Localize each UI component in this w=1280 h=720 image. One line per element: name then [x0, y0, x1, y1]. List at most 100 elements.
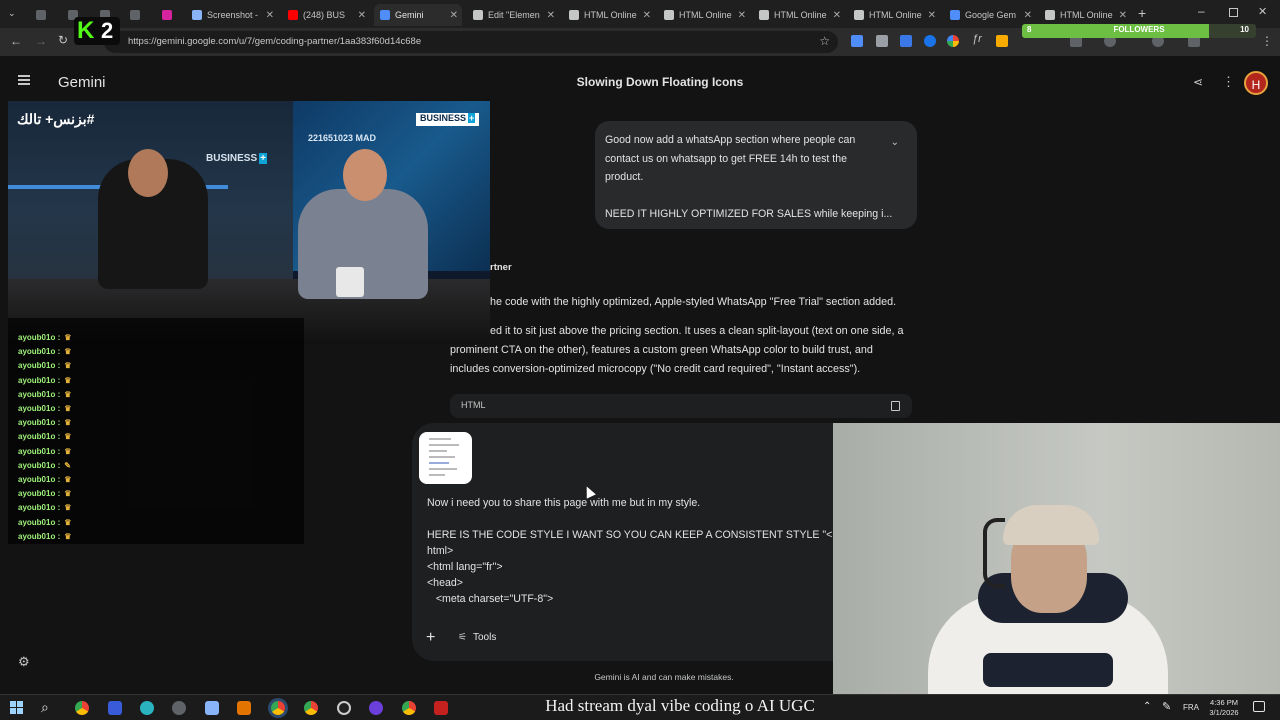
browser-tab[interactable]: Edit "Elemen ✕ [467, 4, 559, 26]
chrome-taskbar-icon-3[interactable] [304, 701, 318, 715]
account-avatar[interactable]: H [1244, 71, 1268, 95]
chat-username: ayoub01o : [18, 361, 61, 371]
new-tab-button[interactable]: + [1138, 5, 1146, 21]
extension-camera-icon[interactable] [876, 35, 888, 47]
app-flower-icon[interactable] [140, 701, 154, 715]
attachment-thumbnail[interactable] [419, 432, 472, 484]
browser-tab[interactable]: HTML Online ✕ [753, 4, 845, 26]
tab-close-icon[interactable]: ✕ [833, 10, 841, 21]
tab-label: Screenshot - [207, 10, 259, 20]
settings-icon[interactable]: ⚙ [18, 654, 30, 670]
hashtag-overlay: #بزنس+ تالك [17, 111, 95, 127]
chrome-taskbar-icon-4[interactable] [402, 701, 416, 715]
chat-row: ayoub01o : ✎ [18, 461, 71, 470]
chrome-taskbar-icon-1[interactable] [75, 701, 89, 715]
notifications-icon[interactable] [1253, 701, 1265, 712]
app-grid-icon[interactable] [237, 701, 251, 715]
browser-tab[interactable]: Google Gem ✕ [944, 4, 1036, 26]
tab-favicon-icon [380, 10, 390, 20]
code-block-header[interactable]: HTML [450, 394, 912, 418]
app-red-icon[interactable] [434, 701, 448, 715]
extension-font-icon[interactable]: ƒr [972, 33, 982, 45]
app-purple-icon[interactable] [369, 701, 383, 715]
browser-tab[interactable]: HTML Online ✕ [848, 4, 940, 26]
chat-emote-icon: ♛ [64, 361, 72, 371]
app-obs-icon[interactable] [337, 701, 351, 715]
windows-start-icon[interactable] [10, 701, 23, 714]
browser-tab[interactable]: Screenshot - ✕ [186, 4, 278, 26]
podcast-video-overlay: 221651023 MAD #بزنس+ تالك BUSINESS + BUSI… [8, 101, 490, 344]
app-gear-icon[interactable] [172, 701, 186, 715]
close-window-button[interactable]: ✕ [1258, 5, 1267, 18]
prompt-input-box[interactable]: Now i need you to share this page with m… [412, 423, 854, 661]
tab-close-icon[interactable]: ✕ [738, 10, 746, 21]
reload-icon[interactable]: ↻ [58, 33, 68, 47]
tab-search-button[interactable]: ⌄ [8, 8, 16, 19]
browser-tab[interactable]: (248) BUS ✕ [282, 4, 370, 26]
add-attachment-button[interactable]: + [426, 629, 435, 647]
tools-button[interactable]: ⚟ Tools [458, 632, 496, 643]
tab-close-icon[interactable]: ✕ [358, 10, 366, 21]
browser-tab[interactable]: HTML Online ✕ [1039, 4, 1131, 26]
copy-icon[interactable] [891, 401, 900, 411]
chat-row: ayoub01o : ♛ [18, 347, 71, 356]
user-message: Good now add a whatsApp section where pe… [595, 121, 917, 229]
browser-menu-icon[interactable]: ⋮ [1261, 34, 1273, 48]
tab-close-icon[interactable]: ✕ [1024, 10, 1032, 21]
more-options-icon[interactable]: ⋮ [1222, 74, 1235, 90]
tab-close-icon[interactable]: ✕ [547, 10, 555, 21]
tools-icon: ⚟ [458, 632, 467, 643]
address-bar[interactable]: ⚙ https://gemini.google.com/u/7/gem/codi… [104, 31, 838, 53]
tab-close-icon[interactable]: ✕ [266, 10, 274, 21]
minimize-button[interactable]: – [1198, 4, 1205, 18]
pen-icon[interactable]: ✎ [1162, 700, 1171, 713]
chat-row: ayoub01o : ♛ [18, 518, 71, 527]
url-text[interactable]: https://gemini.google.com/u/7/gem/coding… [128, 36, 421, 47]
download-icon[interactable] [851, 35, 863, 47]
browser-tab[interactable] [156, 4, 182, 26]
chrome-taskbar-icon-2[interactable] [271, 701, 285, 715]
tab-label: Google Gem [965, 10, 1017, 20]
browser-tab[interactable] [30, 4, 56, 26]
input-language[interactable]: FRA [1183, 703, 1199, 712]
business-logo-top-text: BUSINESS [420, 113, 467, 123]
chat-username: ayoub01o : [18, 503, 61, 513]
tab-favicon-icon [473, 10, 483, 20]
stream-caption: Had stream dyal vibe coding o AI UGC [545, 696, 815, 715]
chat-emote-icon: ♛ [64, 475, 72, 484]
tab-close-icon[interactable]: ✕ [643, 10, 651, 21]
tab-close-icon[interactable]: ✕ [1119, 10, 1127, 21]
browser-tab[interactable]: HTML Online ✕ [563, 4, 655, 26]
prompt-draft-text[interactable]: Now i need you to share this page with m… [427, 495, 847, 607]
browser-tab[interactable]: HTML Online ✕ [658, 4, 750, 26]
tab-close-icon[interactable]: ✕ [928, 10, 936, 21]
extension-google-icon[interactable] [947, 35, 959, 47]
search-icon[interactable]: ⌕ [41, 699, 49, 716]
tab-label: HTML Online [1060, 10, 1113, 20]
tray-chevron-icon[interactable]: ⌃ [1143, 701, 1151, 712]
back-icon[interactable]: ← [10, 34, 22, 48]
forward-icon[interactable]: → [35, 34, 47, 48]
chat-row: ayoub01o : ♛ [18, 447, 71, 456]
host-right-head [343, 149, 387, 201]
chat-row: ayoub01o : ♛ [18, 532, 71, 541]
browser-tab[interactable] [124, 4, 150, 26]
bookmark-star-icon[interactable]: ☆ [819, 34, 830, 48]
extension-yellow-icon[interactable] [996, 35, 1008, 47]
app-doc-icon[interactable] [205, 701, 219, 715]
response-paragraph-1: he code with the highly optimized, Apple… [490, 296, 897, 308]
maximize-button[interactable] [1229, 8, 1238, 17]
extension-doc-icon[interactable] [900, 35, 912, 47]
share-icon[interactable]: ⋖ [1193, 75, 1203, 89]
tab-close-icon[interactable]: ✕ [450, 10, 458, 21]
expand-chevron-icon[interactable]: ⌄ [891, 134, 899, 153]
extension-blue-icon[interactable] [924, 35, 936, 47]
tab-label: HTML Online [774, 10, 827, 20]
browser-tab[interactable]: Gemini ✕ [374, 4, 462, 26]
app-a-icon[interactable] [108, 701, 122, 715]
chat-emote-icon: ✎ [64, 460, 71, 470]
k-badge-count: 2 [101, 18, 114, 43]
system-clock[interactable]: 4:36 PM 3/1/2026 [1204, 698, 1244, 718]
business-logo-top: BUSINESS + [416, 113, 480, 126]
model-label: rtner [490, 262, 512, 273]
